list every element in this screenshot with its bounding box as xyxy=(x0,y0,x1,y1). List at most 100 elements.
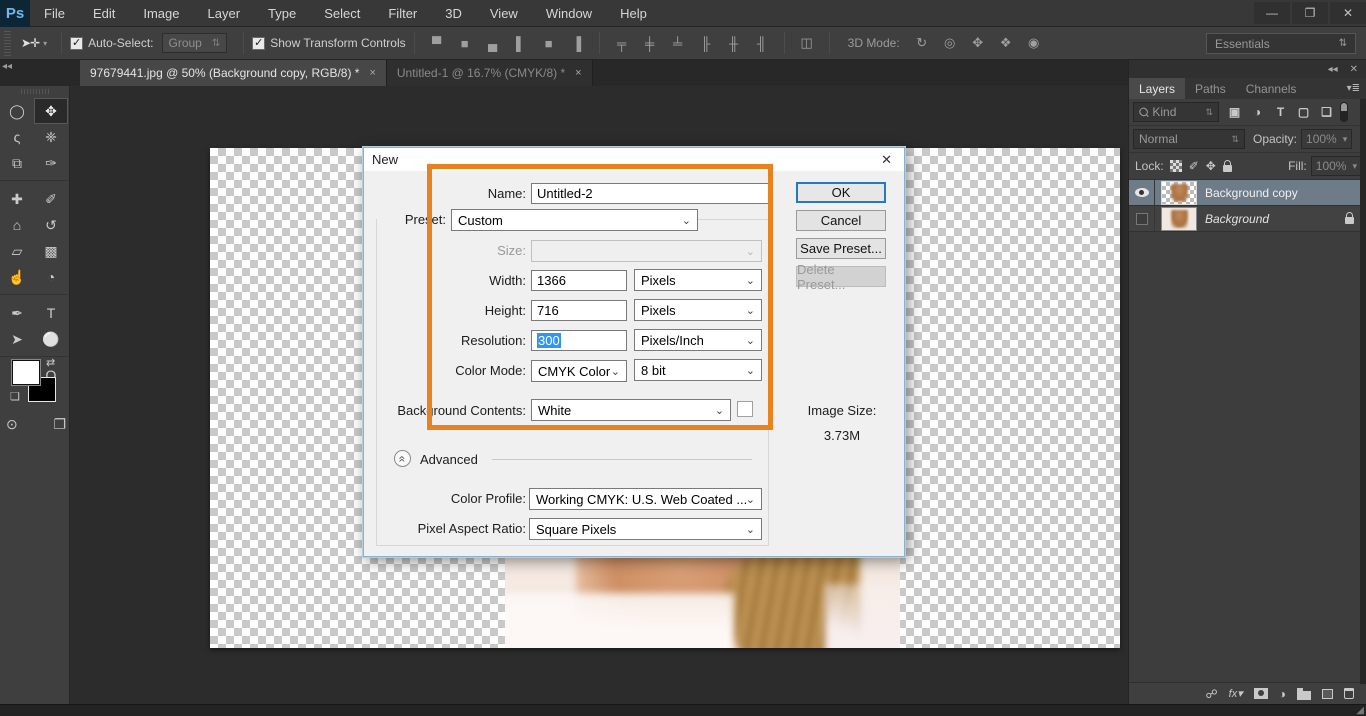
preset-select[interactable]: Custom ⌄ xyxy=(451,209,698,231)
new-group-icon[interactable] xyxy=(1297,691,1311,700)
tab-paths[interactable]: Paths xyxy=(1185,78,1236,99)
menu-item-edit[interactable]: Edit xyxy=(79,0,129,27)
menu-item-help[interactable]: Help xyxy=(606,0,661,27)
screen-mode-icon[interactable]: ❐ xyxy=(53,416,66,433)
resize-grip-icon[interactable]: ◢ xyxy=(1356,705,1364,716)
lock-all-icon[interactable] xyxy=(1223,165,1232,172)
color-depth-select[interactable]: 8 bit ⌄ xyxy=(634,359,762,381)
align-vcenter-icon[interactable]: ■ xyxy=(454,36,476,51)
eyedropper-tool[interactable]: ✑ xyxy=(34,150,68,176)
menu-item-view[interactable]: View xyxy=(476,0,532,27)
layer-thumbnail[interactable] xyxy=(1161,181,1197,205)
tool-preset-arrow-icon[interactable]: ▾ xyxy=(43,39,47,48)
height-input[interactable] xyxy=(531,300,627,321)
crop-tool[interactable]: ⧉ xyxy=(0,150,34,176)
layer-name[interactable]: Background xyxy=(1205,212,1269,226)
3d-drag-icon[interactable]: ✥ xyxy=(967,35,989,51)
move-tool-icon[interactable]: ➤✛ xyxy=(21,36,39,50)
panel-menu-icon[interactable]: ▾≣ xyxy=(1341,78,1366,99)
menu-item-file[interactable]: File xyxy=(30,0,79,27)
distribute-top-icon[interactable]: ╤ xyxy=(611,36,633,51)
background-color-chip[interactable] xyxy=(737,401,753,417)
distribute-vcenter-icon[interactable]: ╪ xyxy=(639,36,661,51)
3d-roll-icon[interactable]: ◎ xyxy=(939,35,961,51)
auto-align-icon[interactable]: ◫ xyxy=(796,35,818,51)
pen-tool[interactable]: ✒ xyxy=(0,300,34,326)
lock-pixels-icon[interactable]: ✐ xyxy=(1189,159,1199,173)
layer-row-background-copy[interactable]: Background copy xyxy=(1129,180,1366,206)
width-input[interactable] xyxy=(531,270,627,291)
layer-row-background[interactable]: Background xyxy=(1129,206,1366,232)
layers-list-empty-area[interactable] xyxy=(1129,232,1366,682)
3d-rotate-icon[interactable]: ↻ xyxy=(911,35,933,51)
brush-tool[interactable]: ✐ xyxy=(34,186,68,212)
smudge-tool[interactable]: ☝ xyxy=(0,264,34,290)
blend-mode-select[interactable]: Normal ⇅ xyxy=(1133,129,1245,149)
align-left-icon[interactable]: ▌ xyxy=(510,36,532,51)
workspace-select[interactable]: Essentials ⇅ xyxy=(1206,33,1356,54)
menu-item-window[interactable]: Window xyxy=(532,0,606,27)
align-right-icon[interactable]: ▐ xyxy=(566,36,588,51)
close-button[interactable]: ✕ xyxy=(1330,2,1366,24)
swap-colors-icon[interactable]: ⇄ xyxy=(46,356,55,369)
quick-mask-icon[interactable]: ⊙ xyxy=(6,416,18,433)
resolution-unit-select[interactable]: Pixels/Inch ⌄ xyxy=(634,329,762,351)
panel-scrollbar[interactable] xyxy=(1360,99,1366,684)
save-preset-button[interactable]: Save Preset... xyxy=(796,238,886,259)
ellipse-tool[interactable]: ⚪ xyxy=(34,326,68,352)
distribute-left-icon[interactable]: ╟ xyxy=(695,36,717,51)
3d-slide-icon[interactable]: ❖ xyxy=(995,35,1017,51)
cancel-button[interactable]: Cancel xyxy=(796,210,886,231)
clone-stamp-tool[interactable]: ⌂ xyxy=(0,212,34,238)
dialog-title-bar[interactable]: New ✕ xyxy=(364,148,904,171)
filter-smart-objects-icon[interactable]: ❏ xyxy=(1317,105,1336,119)
advanced-collapse-icon[interactable]: « xyxy=(394,450,411,467)
new-layer-icon[interactable] xyxy=(1322,689,1333,699)
close-panel-icon[interactable]: ✕ xyxy=(1350,64,1358,75)
tab-close-icon[interactable]: × xyxy=(369,67,375,79)
link-layers-icon[interactable]: ☍ xyxy=(1206,687,1218,701)
adjustment-layer-icon[interactable]: ◑ xyxy=(1279,687,1286,701)
menu-item-type[interactable]: Type xyxy=(254,0,310,27)
opacity-field[interactable]: 100% ▾ xyxy=(1301,129,1352,149)
color-mode-select[interactable]: CMYK Color ⌄ xyxy=(531,360,627,382)
tab-channels[interactable]: Channels xyxy=(1236,78,1307,99)
path-selection-tool[interactable]: ➤ xyxy=(0,326,34,352)
add-layer-mask-icon[interactable] xyxy=(1254,688,1268,699)
lasso-tool[interactable]: ς xyxy=(0,124,34,150)
delete-layer-icon[interactable] xyxy=(1344,688,1354,699)
collapse-panels-icon[interactable]: ◂◂ xyxy=(1328,64,1338,75)
dialog-close-icon[interactable]: ✕ xyxy=(877,152,896,168)
distribute-hcenter-icon[interactable]: ╫ xyxy=(723,36,745,51)
background-contents-select[interactable]: White ⌄ xyxy=(531,399,731,421)
3d-scale-icon[interactable]: ◉ xyxy=(1023,35,1045,51)
fill-field[interactable]: 100% ▾ xyxy=(1311,156,1362,176)
visibility-eye-icon[interactable] xyxy=(1135,188,1149,197)
visibility-empty-icon[interactable] xyxy=(1136,213,1148,225)
pixel-aspect-ratio-select[interactable]: Square Pixels ⌄ xyxy=(529,518,762,540)
align-bottom-icon[interactable]: ▄ xyxy=(482,36,504,51)
options-grip[interactable] xyxy=(4,30,11,56)
group-select[interactable]: Group ⇅ xyxy=(162,33,228,53)
collapse-panels-icon[interactable]: ◂◂ xyxy=(0,60,14,86)
restore-button[interactable]: ❐ xyxy=(1292,2,1328,24)
menu-item-image[interactable]: Image xyxy=(129,0,193,27)
height-unit-select[interactable]: Pixels ⌄ xyxy=(634,299,762,321)
tab-layers[interactable]: Layers xyxy=(1129,78,1185,99)
lock-transparency-icon[interactable] xyxy=(1170,160,1182,172)
distribute-right-icon[interactable]: ╢ xyxy=(751,36,773,51)
menu-item-layer[interactable]: Layer xyxy=(194,0,255,27)
type-tool[interactable]: T xyxy=(34,300,68,326)
show-transform-checkbox[interactable]: ✓ xyxy=(252,37,265,50)
color-profile-select[interactable]: Working CMYK: U.S. Web Coated ... ⌄ xyxy=(529,488,762,510)
document-tab-1[interactable]: 97679441.jpg @ 50% (Background copy, RGB… xyxy=(80,60,387,86)
history-brush-tool[interactable]: ↺ xyxy=(34,212,68,238)
tab-close-icon[interactable]: × xyxy=(575,67,581,79)
minimize-button[interactable]: — xyxy=(1254,2,1290,24)
align-top-icon[interactable]: ▀ xyxy=(426,36,448,51)
document-tab-2[interactable]: Untitled-1 @ 16.7% (CMYK/8) * × xyxy=(387,60,593,86)
gradient-tool[interactable]: ▩ xyxy=(34,238,68,264)
resolution-input[interactable]: 300 xyxy=(531,330,627,351)
ok-button[interactable]: OK xyxy=(796,182,886,203)
eraser-tool[interactable]: ▱ xyxy=(0,238,34,264)
